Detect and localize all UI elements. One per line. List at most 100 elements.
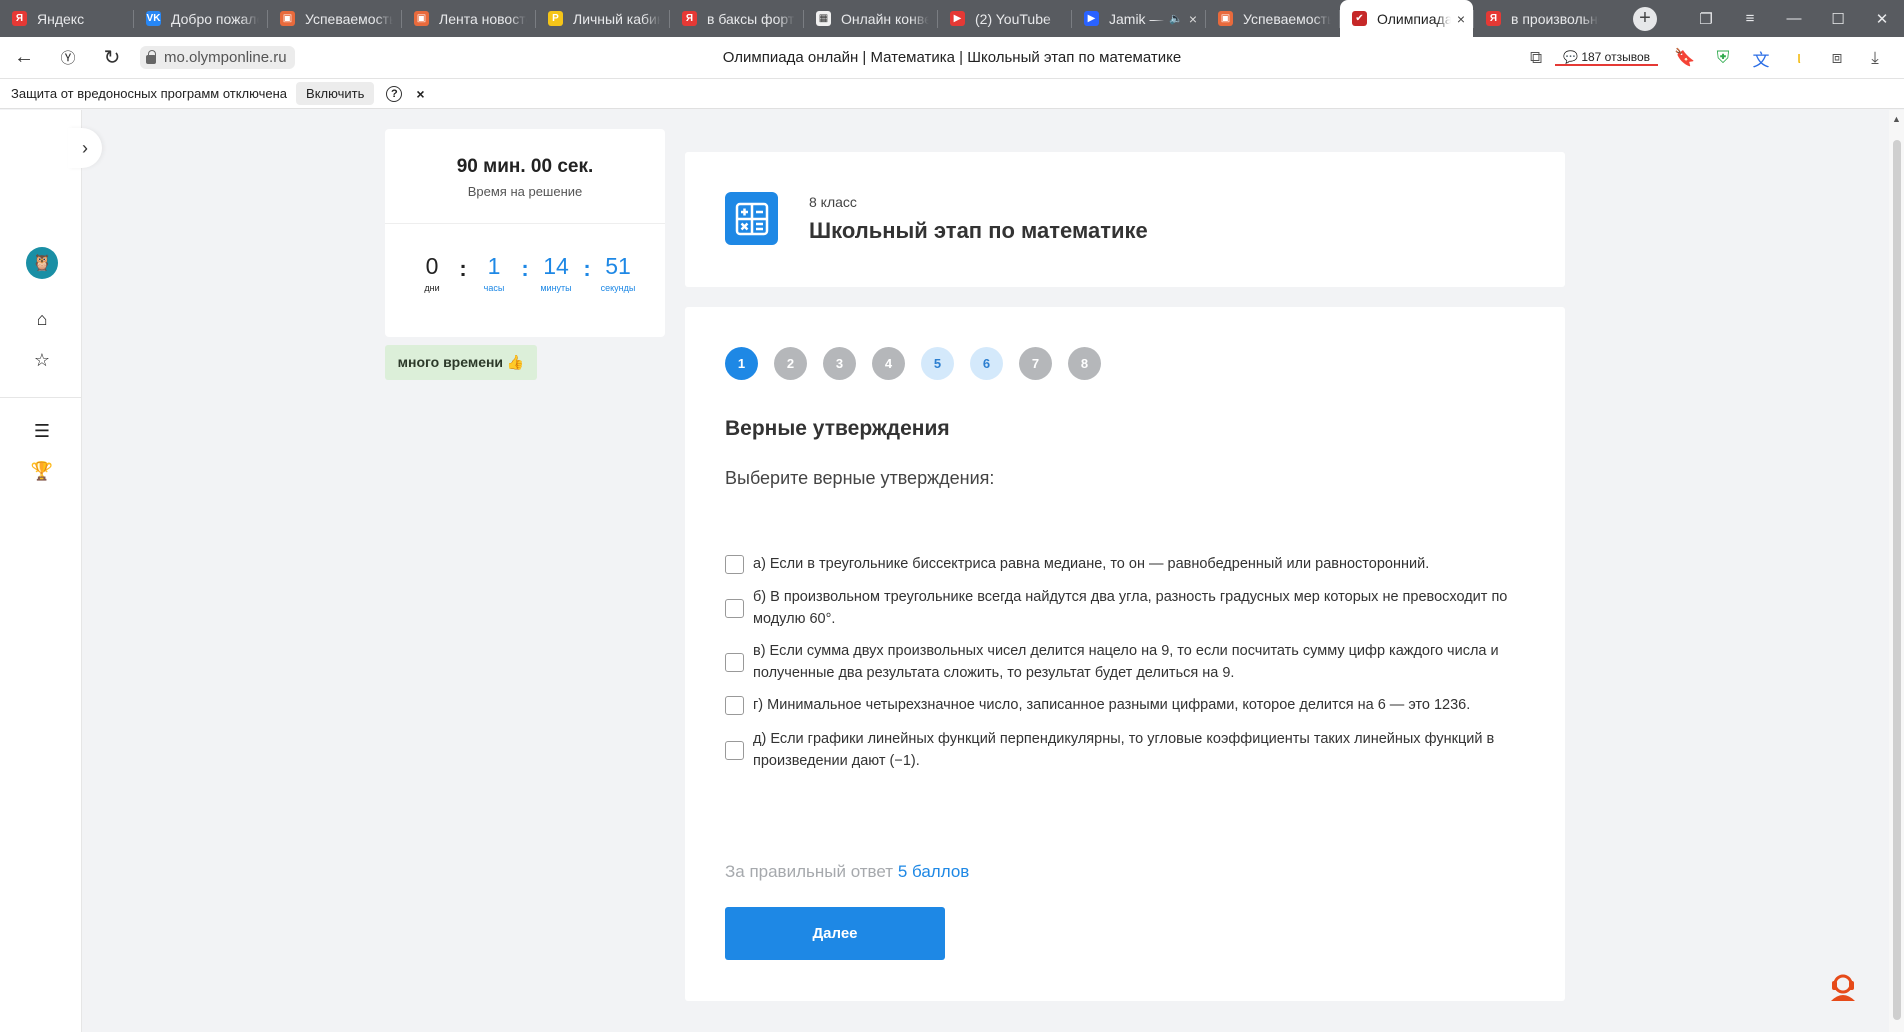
- protect-shield-icon[interactable]: ⛨: [1704, 48, 1742, 68]
- time-status-badge: много времени 👍: [385, 345, 537, 380]
- answer-option[interactable]: д) Если графики линейных функций перпенд…: [725, 728, 1523, 772]
- answer-option-text: а) Если в треугольнике биссектриса равна…: [753, 556, 1430, 572]
- enable-protection-button[interactable]: Включить: [296, 82, 375, 105]
- minimize-button[interactable]: —: [1772, 10, 1816, 27]
- tab-label: Jamik —: [1109, 10, 1164, 27]
- browser-tab[interactable]: Яв баксы фортнайт: [670, 0, 803, 37]
- list-icon[interactable]: ☰: [30, 419, 54, 443]
- tab-label: Олимпиада: [1377, 10, 1451, 27]
- tab-favicon-icon: Я: [1486, 11, 1501, 26]
- answer-option[interactable]: г) Минимальное четырехзначное число, зап…: [725, 694, 1523, 716]
- score-points: 5 баллов: [897, 862, 970, 881]
- browser-tab[interactable]: VK Добро пожаловать: [134, 0, 267, 37]
- question-title: Верные утверждения: [725, 417, 950, 440]
- scroll-up-icon[interactable]: ▲: [1892, 114, 1901, 124]
- question-number-3[interactable]: 3: [823, 347, 856, 380]
- tab-label: Успеваемость: [305, 10, 393, 27]
- tab-favicon-icon: ▣: [280, 11, 295, 26]
- stage-title: Школьный этап по математике: [809, 218, 1148, 243]
- browser-tab[interactable]: ▣ Успеваемость: [1206, 0, 1339, 37]
- answer-checkbox[interactable]: [725, 740, 744, 760]
- maximize-button[interactable]: ☐: [1816, 10, 1860, 28]
- tab-close-icon[interactable]: ×: [1457, 11, 1465, 27]
- star-icon[interactable]: ☆: [30, 348, 54, 372]
- tab-favicon-icon: Я: [682, 11, 697, 26]
- tab-label: Добро пожаловать: [171, 10, 259, 27]
- question-number-6[interactable]: 6: [970, 347, 1003, 380]
- score-info: За правильный ответ 5 баллов: [725, 862, 970, 881]
- bookmark-icon[interactable]: 🔖: [1666, 48, 1704, 68]
- tab-favicon-icon: ▦: [816, 11, 831, 26]
- browser-tab[interactable]: ▶ (2) YouTube: [938, 0, 1071, 37]
- answer-option[interactable]: в) Если сумма двух произвольных чисел де…: [725, 640, 1523, 684]
- tab-favicon-icon: Я: [12, 11, 27, 26]
- trophy-icon[interactable]: 🏆: [30, 459, 54, 483]
- browser-tab[interactable]: Р Личный кабинет: [536, 0, 669, 37]
- next-button[interactable]: Далее: [725, 907, 945, 960]
- answer-checkbox[interactable]: [725, 598, 744, 618]
- menu-icon[interactable]: ≡: [1728, 10, 1772, 27]
- question-number-7[interactable]: 7: [1019, 347, 1052, 380]
- downloads-tracker-icon[interactable]: ⧉: [1517, 48, 1555, 68]
- address-bar: ← Ⓨ ↻ mo.olymponline.ru Олимпиада онлайн…: [0, 37, 1904, 79]
- reload-button[interactable]: ↻: [90, 45, 134, 70]
- question-number-4[interactable]: 4: [872, 347, 905, 380]
- browser-tab[interactable]: Яв произвольном: [1474, 0, 1607, 37]
- tab-label: Личный кабинет: [573, 10, 661, 27]
- question-prompt: Выберите верные утверждения:: [725, 468, 995, 488]
- collections-icon[interactable]: ❐: [1684, 10, 1728, 28]
- answer-checkbox[interactable]: [725, 695, 744, 715]
- back-button[interactable]: ←: [2, 46, 46, 69]
- close-infobar-button[interactable]: ×: [416, 86, 424, 102]
- owl-logo-icon[interactable]: 🦉: [26, 247, 58, 279]
- answer-option-text: в) Если сумма двух произвольных чисел де…: [753, 643, 1499, 681]
- tab-favicon-icon: ▣: [414, 11, 429, 26]
- question-number-2[interactable]: 2: [774, 347, 807, 380]
- question-card: 12345678 Верные утверждения Выберите вер…: [685, 307, 1565, 1001]
- expand-sidebar-button[interactable]: ›: [68, 128, 102, 168]
- url-field[interactable]: mo.olymponline.ru: [140, 46, 295, 69]
- answer-option[interactable]: а) Если в треугольнике биссектриса равна…: [725, 553, 1523, 575]
- scrollbar-thumb[interactable]: [1893, 140, 1901, 1020]
- url-text: mo.olymponline.ru: [164, 49, 287, 66]
- answer-checkbox[interactable]: [725, 652, 744, 672]
- page-scrollbar[interactable]: ▲: [1889, 110, 1904, 1032]
- tab-audio-icon[interactable]: 🔈: [1169, 12, 1183, 25]
- collections-panel-icon[interactable]: ⧈: [1818, 48, 1856, 68]
- countdown-hours: 1 часы: [483, 253, 505, 293]
- tab-favicon-icon: ✔: [1352, 11, 1367, 26]
- question-number-5[interactable]: 5: [921, 347, 954, 380]
- extension-icon[interactable]: ι: [1780, 48, 1818, 68]
- browser-tab[interactable]: ▶ Jamik — 🔈 ×: [1072, 0, 1205, 37]
- browser-tab[interactable]: ▣ Успеваемость: [268, 0, 401, 37]
- tab-favicon-icon: Р: [548, 11, 563, 26]
- sidebar-divider: [0, 397, 82, 398]
- help-icon[interactable]: ?: [386, 85, 403, 102]
- support-chat-icon[interactable]: [1827, 971, 1859, 1003]
- browser-tab[interactable]: ▣ Лента новостей: [402, 0, 535, 37]
- browser-tab[interactable]: Я Яндекс: [0, 0, 133, 37]
- grade-label: 8 класс: [809, 194, 857, 210]
- browser-tab[interactable]: ✔ Олимпиада ×: [1340, 0, 1473, 37]
- countdown-seconds: 51 секунды: [600, 253, 636, 293]
- answer-option[interactable]: б) В произвольном треугольнике всегда на…: [725, 586, 1523, 630]
- question-navigation: 12345678: [725, 347, 1101, 380]
- downloads-icon[interactable]: ⤓: [1856, 48, 1894, 68]
- question-number-8[interactable]: 8: [1068, 347, 1101, 380]
- protection-infobar: Защита от вредоносных программ отключена…: [0, 79, 1904, 109]
- timer-card: 90 мин. 00 сек. Время на решение 0 дни :…: [385, 129, 665, 337]
- countdown-minutes: 14 минуты: [540, 253, 572, 293]
- question-number-1[interactable]: 1: [725, 347, 758, 380]
- tab-close-icon[interactable]: ×: [1189, 11, 1197, 27]
- new-tab-button[interactable]: +: [1633, 6, 1657, 31]
- answer-checkbox[interactable]: [725, 554, 744, 574]
- infobar-message: Защита от вредоносных программ отключена: [11, 86, 288, 101]
- olympiad-header-card: 8 класс Школьный этап по математике: [685, 152, 1565, 287]
- close-window-button[interactable]: ✕: [1860, 10, 1904, 28]
- home-icon[interactable]: ⌂: [30, 307, 54, 331]
- reviews-badge[interactable]: 💬 187 отзывов: [1555, 50, 1658, 66]
- translate-icon[interactable]: 文: [1742, 46, 1780, 71]
- browser-tab[interactable]: ▦ Онлайн конвертер: [804, 0, 937, 37]
- yandex-home-button[interactable]: Ⓨ: [46, 47, 90, 68]
- total-time-caption: Время на решение: [467, 184, 583, 199]
